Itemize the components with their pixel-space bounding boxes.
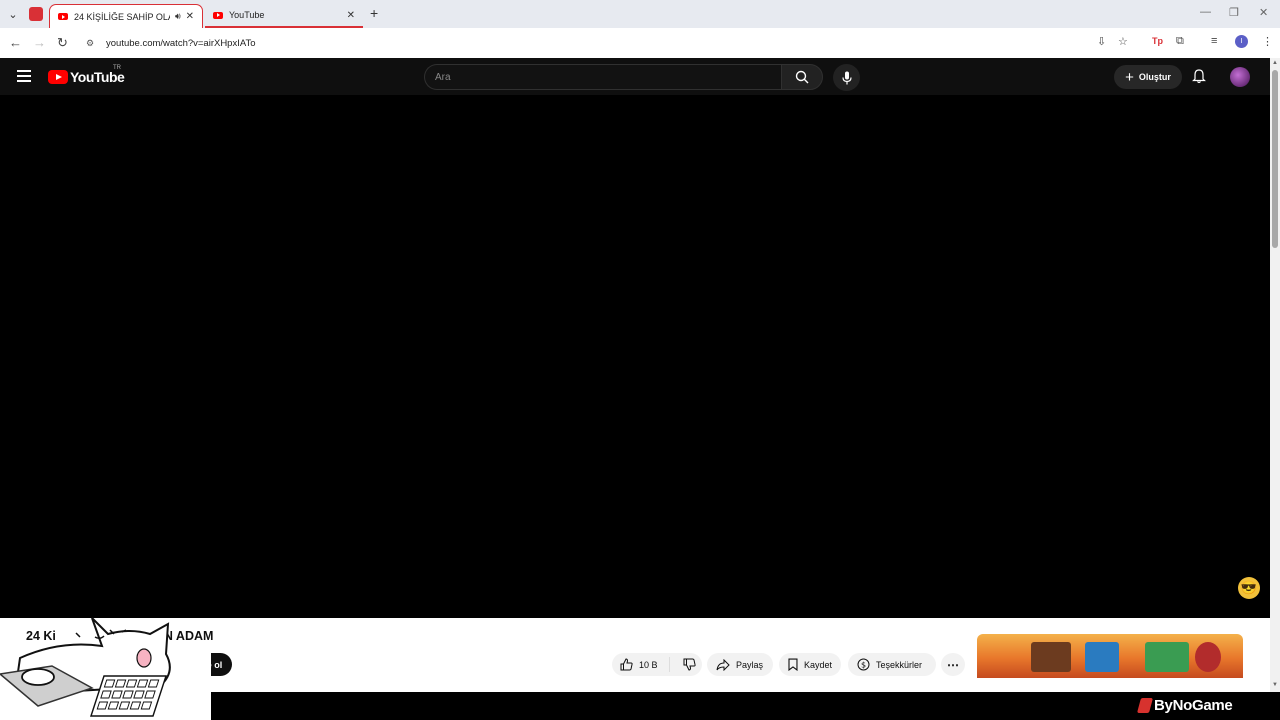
youtube-favicon-icon	[213, 11, 223, 19]
back-icon[interactable]: ←	[9, 35, 22, 50]
sponsor-text: ByNoGame	[1154, 697, 1233, 714]
tab-title: 24 KİŞİLİĞE SAHİP OLAN AD	[74, 11, 170, 22]
tab-youtube[interactable]: YouTube ✕	[205, 4, 363, 28]
bookmark-star-icon[interactable]: ☆	[1118, 35, 1128, 48]
super-thanks-icon: $	[857, 658, 870, 671]
tab-group-indicator[interactable]	[29, 7, 43, 21]
forward-icon[interactable]: →	[33, 35, 46, 50]
youtube-logo[interactable]: YouTube TR	[48, 65, 125, 85]
menu-icon[interactable]	[17, 70, 31, 82]
search-icon	[795, 70, 809, 84]
reload-icon[interactable]: ↻	[57, 35, 68, 51]
dislike-button[interactable]	[676, 658, 702, 671]
svg-text:$: $	[861, 660, 866, 669]
browser-tabstrip: ⌄ 24 KİŞİLİĞE SAHİP OLAN AD 🔊︎ ✕ YouTube…	[0, 0, 1280, 28]
minimize-icon[interactable]: —	[1200, 6, 1211, 18]
close-tab-icon[interactable]: ✕	[186, 11, 194, 22]
new-tab-button[interactable]: +	[370, 5, 378, 21]
thumbs-down-icon	[683, 658, 696, 671]
create-label: Oluştur	[1138, 72, 1171, 82]
ad-game-card	[1085, 642, 1119, 672]
emoji-sunglasses-icon[interactable]: 😎	[1238, 577, 1260, 599]
keyboard-icon	[90, 675, 167, 717]
scroll-down-arrow-icon[interactable]: ▼	[1272, 682, 1278, 688]
search-input[interactable]: Ara	[424, 64, 781, 90]
address-bar[interactable]: ⚙︎ youtube.com/watch?v=airXHpxIATo	[80, 32, 1138, 54]
install-app-icon[interactable]: ⇩	[1097, 35, 1106, 48]
save-label: Kaydet	[803, 659, 832, 670]
close-tab-icon[interactable]: ✕	[347, 10, 355, 21]
bongo-cat-overlay	[0, 617, 211, 720]
plus-icon: +	[1125, 68, 1134, 86]
stream-bottom-bar	[211, 692, 1280, 720]
thanks-label: Teşekkürler	[876, 659, 923, 670]
like-count: 10 B	[639, 659, 658, 670]
extension-tp-icon[interactable]: Tp	[1152, 36, 1163, 46]
url-text: youtube.com/watch?v=airXHpxIATo	[106, 37, 256, 49]
site-info-icon[interactable]: ⚙︎	[86, 38, 98, 49]
window-close-icon[interactable]: ✕	[1259, 6, 1268, 19]
scroll-up-arrow-icon[interactable]: ▲	[1272, 60, 1278, 66]
account-avatar[interactable]	[1230, 67, 1250, 87]
extensions-puzzle-icon[interactable]: ⧉	[1176, 35, 1184, 48]
share-arrow-icon	[716, 658, 730, 671]
bynogame-mark-icon	[1136, 698, 1154, 713]
restore-icon[interactable]: ❐	[1229, 6, 1239, 19]
logo-text: YouTube	[70, 69, 125, 85]
voice-search-button[interactable]	[833, 64, 860, 91]
country-code: TR	[113, 65, 121, 71]
tab-title: YouTube	[229, 10, 265, 20]
ad-banner[interactable]	[977, 634, 1243, 678]
video-player[interactable]	[0, 95, 1270, 618]
save-button[interactable]: Kaydet	[779, 653, 841, 676]
search-button[interactable]	[781, 64, 823, 90]
scroll-thumb[interactable]	[1272, 70, 1278, 248]
tab-video[interactable]: 24 KİŞİLİĞE SAHİP OLAN AD 🔊︎ ✕	[49, 4, 203, 28]
ad-game-card	[1031, 642, 1071, 672]
tab-search-button[interactable]: ⌄	[4, 5, 22, 23]
cat-paw-pink	[136, 648, 152, 668]
ad-game-card	[1195, 642, 1221, 672]
sponsor-logo: ByNoGame	[1136, 697, 1233, 714]
thanks-button[interactable]: $ Teşekkürler	[848, 653, 936, 676]
bookmark-icon	[788, 658, 798, 671]
ad-game-card	[1145, 642, 1189, 672]
speaker-icon[interactable]: 🔊︎	[175, 11, 181, 22]
like-dislike-group: 10 B	[612, 653, 702, 676]
browser-menu-icon[interactable]: ⋮	[1262, 35, 1273, 48]
youtube-favicon-icon	[58, 13, 68, 20]
media-control-icon[interactable]: ≡	[1211, 35, 1217, 47]
create-button[interactable]: + Oluştur	[1114, 65, 1182, 89]
browser-toolbar: ← → ↻ ⚙︎ youtube.com/watch?v=airXHpxIATo…	[0, 28, 1280, 58]
youtube-header: YouTube TR Ara + Oluştur	[0, 58, 1270, 95]
search-placeholder: Ara	[435, 71, 451, 83]
like-button[interactable]: 10 B	[612, 657, 670, 672]
profile-avatar[interactable]: I	[1235, 35, 1248, 48]
share-button[interactable]: Paylaş	[707, 653, 773, 676]
share-label: Paylaş	[736, 659, 764, 670]
page-scrollbar[interactable]: ▲ ▼	[1270, 58, 1280, 692]
more-actions-icon[interactable]: ⋯	[941, 653, 965, 676]
microphone-icon	[841, 71, 852, 84]
thumbs-up-icon	[620, 658, 633, 671]
notifications-bell-icon[interactable]	[1192, 69, 1206, 89]
cat-paw	[21, 668, 55, 686]
youtube-play-icon	[48, 70, 68, 84]
